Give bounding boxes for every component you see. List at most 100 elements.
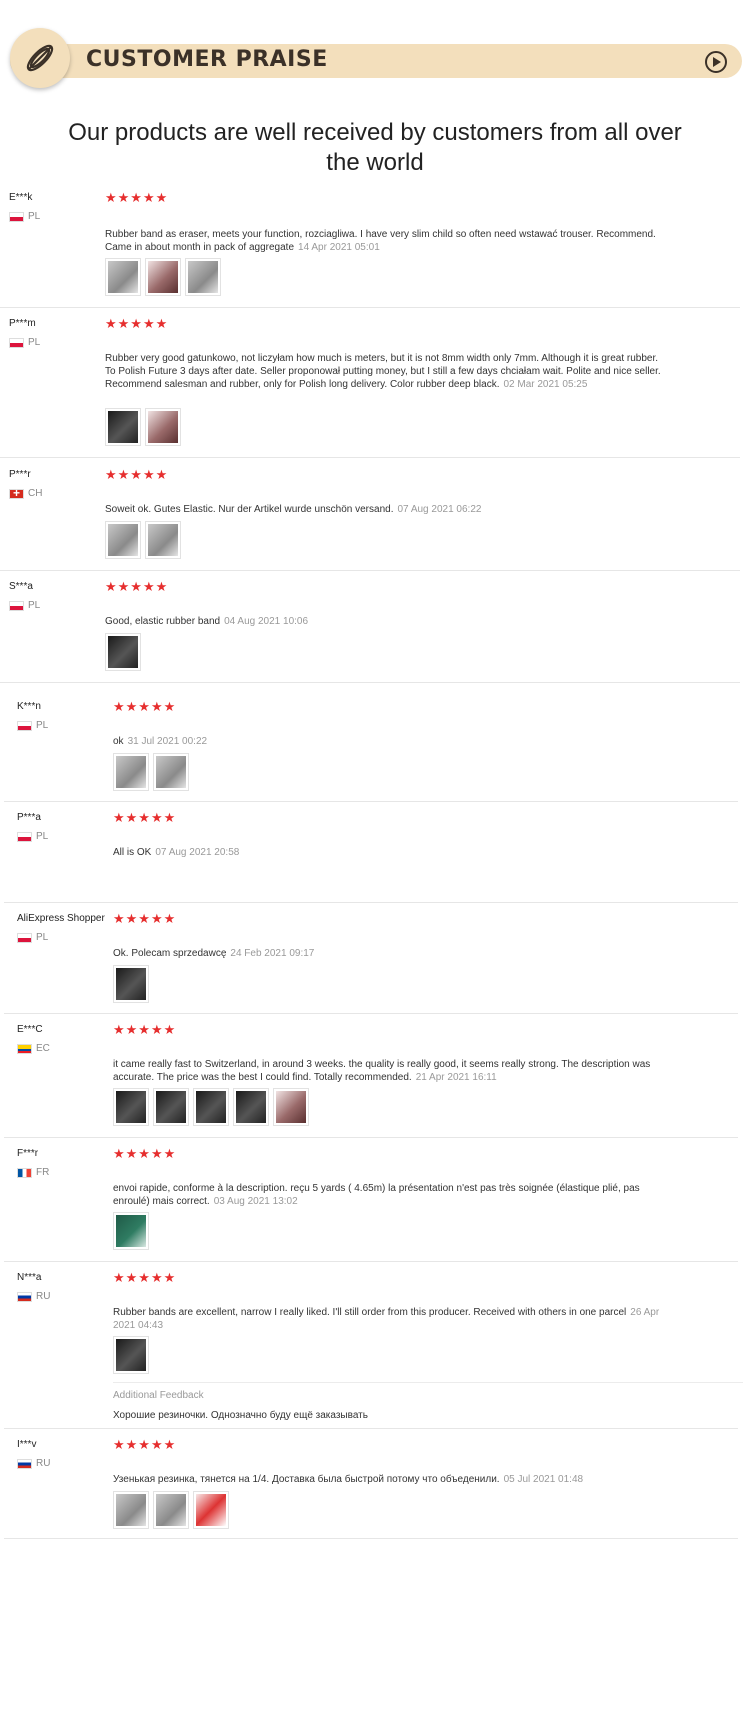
review-body: Good, elastic rubber band — [105, 616, 221, 627]
star-rating: ★★★★★ — [113, 1270, 177, 1285]
country-code: RU — [36, 1458, 51, 1469]
review-body: envoi rapide, conforme à la description.… — [113, 1183, 640, 1207]
star-rating: ★★★★★ — [113, 1437, 177, 1452]
review-item: P***a PL ★★★★★ All is OK 07 Aug 2021 20:58 — [4, 810, 738, 903]
review-text: it came really fast to Switzerland, in a… — [113, 1058, 673, 1084]
review-photos — [105, 633, 141, 671]
additional-feedback-label: Additional Feedback — [113, 1390, 204, 1401]
review-text: ok 31 Jul 2021 00:22 — [113, 735, 673, 748]
review-photo-thumbnail[interactable] — [273, 1088, 309, 1126]
reviewer-name: I***v — [17, 1439, 37, 1450]
reviewer-country: EC — [17, 1043, 50, 1054]
reviewer-country: PL — [17, 932, 48, 943]
review-photo-thumbnail[interactable] — [105, 521, 141, 559]
flag-icon — [17, 720, 32, 731]
review-item: F***r FR ★★★★★ envoi rapide, conforme à la … — [4, 1146, 738, 1262]
review-date: 05 Jul 2021 01:48 — [503, 1474, 584, 1485]
reviewer-name: S***a — [9, 581, 33, 592]
review-photo-thumbnail[interactable] — [145, 408, 181, 446]
flag-icon — [9, 211, 24, 222]
country-code: PL — [28, 211, 41, 222]
review-photo-thumbnail[interactable] — [153, 1088, 189, 1126]
reviewer-country: PL — [9, 211, 40, 222]
review-photo-thumbnail[interactable] — [113, 1491, 149, 1529]
reviewer-country: RU — [17, 1458, 50, 1469]
reviewer-name: E***k — [9, 192, 33, 203]
review-text: Ok. Polecam sprzedawcę 24 Feb 2021 09:17 — [113, 947, 673, 960]
review-date: 07 Aug 2021 06:22 — [397, 504, 482, 515]
review-body: Rubber band as eraser, meets your functi… — [105, 229, 656, 253]
review-photo-thumbnail[interactable] — [233, 1088, 269, 1126]
review-item: E***k PL ★★★★★ Rubber band as eraser, meets… — [0, 191, 740, 308]
reviewer-country: FR — [17, 1167, 49, 1178]
star-rating: ★★★★★ — [113, 911, 177, 926]
reviewer-country: PL — [9, 600, 40, 611]
review-photo-thumbnail[interactable] — [185, 258, 221, 296]
review-photos — [113, 965, 149, 1003]
review-photo-thumbnail[interactable] — [153, 1491, 189, 1529]
review-photos — [113, 1212, 149, 1250]
page-subtitle: Our products are well received by custom… — [68, 119, 682, 176]
reviewer-name: K***n — [17, 701, 41, 712]
review-date: 21 Apr 2021 16:11 — [415, 1072, 497, 1083]
review-photo-thumbnail[interactable] — [153, 753, 189, 791]
review-text: All is OK 07 Aug 2021 20:58 — [113, 846, 673, 859]
review-photo-thumbnail[interactable] — [113, 1088, 149, 1126]
review-body: All is OK — [113, 847, 152, 858]
review-body: Rubber bands are excellent, narrow I rea… — [113, 1307, 627, 1318]
reviewer-country: CH — [9, 486, 43, 500]
review-photo-thumbnail[interactable] — [193, 1088, 229, 1126]
review-photo-thumbnail[interactable] — [113, 1212, 149, 1250]
review-photo-thumbnail[interactable] — [113, 965, 149, 1003]
review-body: Soweit ok. Gutes Elastic. Nur der Artike… — [105, 504, 394, 515]
review-item: E***C EC ★★★★★ it came really fast to Switz… — [4, 1022, 738, 1138]
review-photo-thumbnail[interactable] — [113, 753, 149, 791]
rubber-band-icon — [26, 44, 54, 72]
review-item: S***a PL ★★★★★ Good, elastic rubber band 04 … — [0, 580, 740, 683]
review-date: 04 Aug 2021 10:06 — [224, 616, 309, 627]
flag-icon — [17, 1291, 32, 1302]
review-item: I***v RU ★★★★★ Узенькая резинка, тянется на… — [4, 1437, 738, 1539]
star-rating: ★★★★★ — [105, 316, 169, 331]
flag-icon — [17, 932, 32, 943]
play-icon[interactable] — [705, 51, 727, 73]
reviewer-name: E***C — [17, 1024, 43, 1035]
country-code: RU — [36, 1291, 51, 1302]
country-code: CH — [28, 488, 43, 499]
review-photo-thumbnail[interactable] — [105, 633, 141, 671]
review-photo-thumbnail[interactable] — [193, 1491, 229, 1529]
review-photos — [113, 1336, 149, 1374]
reviewer-name: P***m — [9, 318, 36, 329]
star-rating: ★★★★★ — [105, 467, 169, 482]
review-date: 14 Apr 2021 05:01 — [298, 242, 380, 253]
reviewer-name: AliExpress Shopper — [17, 913, 105, 924]
review-date: 24 Feb 2021 09:17 — [230, 948, 315, 959]
star-rating: ★★★★★ — [113, 1022, 177, 1037]
star-rating: ★★★★★ — [113, 810, 177, 825]
review-photo-thumbnail[interactable] — [145, 258, 181, 296]
flag-icon — [17, 1458, 32, 1469]
flag-icon — [17, 1167, 32, 1178]
review-photo-thumbnail[interactable] — [113, 1336, 149, 1374]
divider — [113, 1382, 743, 1383]
review-text: Узенькая резинка, тянется на 1/4. Достав… — [113, 1473, 673, 1486]
review-text: envoi rapide, conforme à la description.… — [113, 1182, 673, 1208]
country-code: PL — [28, 337, 41, 348]
review-photo-thumbnail[interactable] — [105, 258, 141, 296]
country-code: PL — [36, 720, 49, 731]
review-item: N***a RU ★★★★★ Rubber bands are excellent, … — [4, 1270, 743, 1429]
review-photo-thumbnail[interactable] — [145, 521, 181, 559]
star-rating: ★★★★★ — [113, 1146, 177, 1161]
country-code: PL — [36, 831, 49, 842]
review-photo-thumbnail[interactable] — [105, 408, 141, 446]
flag-icon — [17, 831, 32, 842]
review-photos — [105, 521, 181, 559]
reviewer-name: P***r — [9, 469, 31, 480]
reviewer-name: P***a — [17, 812, 41, 823]
review-date: 31 Jul 2021 00:22 — [127, 736, 208, 747]
review-date: 02 Mar 2021 05:25 — [503, 379, 588, 390]
flag-icon — [9, 486, 24, 500]
review-text: Rubber bands are excellent, narrow I rea… — [113, 1306, 673, 1332]
reviewer-name: F***r — [17, 1148, 39, 1159]
country-code: EC — [36, 1043, 50, 1054]
